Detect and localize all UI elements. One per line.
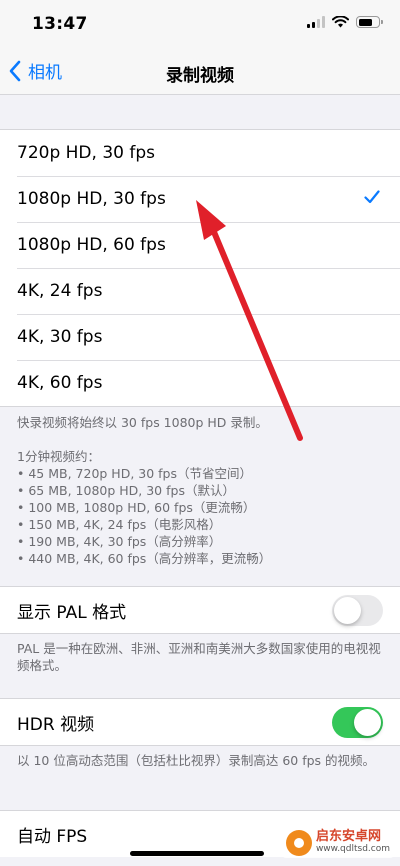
pal-label: 显示 PAL 格式 [17, 602, 127, 623]
watermark-logo: 启东安卓网 www.qdltsd.com [281, 828, 394, 858]
resolution-options-list: 720p HD, 30 fps 1080p HD, 30 fps 1080p H… [0, 129, 400, 407]
navigation-bar: 相机 录制视频 [0, 50, 400, 95]
option-label: 720p HD, 30 fps [17, 143, 155, 163]
quick-record-note: 快录视频将始终以 30 fps 1080p HD 录制。 [17, 415, 268, 430]
option-1080p-60fps[interactable]: 1080p HD, 60 fps [0, 222, 400, 268]
wifi-icon [332, 16, 349, 28]
resolution-footer: 快录视频将始终以 30 fps 1080p HD 录制。 1分钟视频约： • 4… [17, 414, 387, 567]
option-label: 1080p HD, 60 fps [17, 235, 166, 255]
option-label: 4K, 30 fps [17, 327, 103, 347]
size-list-item: • 65 MB, 1080p HD, 30 fps（默认） [17, 483, 235, 498]
size-list-item: • 190 MB, 4K, 30 fps（高分辨率） [17, 534, 222, 549]
hdr-toggle[interactable] [332, 707, 383, 738]
option-4k-60fps[interactable]: 4K, 60 fps [0, 360, 400, 406]
pal-footer: PAL 是一种在欧洲、非洲、亚洲和南美洲大多数国家使用的电视视频格式。 [17, 641, 381, 673]
page-title: 录制视频 [166, 66, 234, 86]
option-720p-30fps[interactable]: 720p HD, 30 fps [0, 130, 400, 176]
checkmark-icon [364, 190, 380, 204]
pal-toggle[interactable] [332, 595, 383, 626]
status-icons [307, 16, 383, 28]
pal-group: 显示 PAL 格式 [0, 586, 400, 634]
hdr-label: HDR 视频 [17, 714, 95, 735]
size-list-item: • 150 MB, 4K, 24 fps（电影风格） [17, 517, 222, 532]
watermark-url: www.qdltsd.com [315, 844, 390, 854]
hdr-row: HDR 视频 [0, 699, 400, 745]
option-4k-24fps[interactable]: 4K, 24 fps [0, 268, 400, 314]
battery-icon [356, 16, 383, 28]
status-bar: 13:47 [0, 0, 400, 50]
cellular-signal-icon [307, 16, 325, 28]
hdr-group: HDR 视频 [0, 698, 400, 746]
size-list-item: • 45 MB, 720p HD, 30 fps（节省空间） [17, 466, 252, 481]
option-label: 4K, 24 fps [17, 281, 103, 301]
option-label: 4K, 60 fps [17, 373, 103, 393]
auto-fps-label: 自动 FPS [17, 826, 88, 847]
watermark-name: 启东安卓网 [315, 829, 381, 844]
pal-row: 显示 PAL 格式 [0, 587, 400, 633]
status-time: 13:47 [32, 14, 88, 34]
size-list-item: • 100 MB, 1080p HD, 60 fps（更流畅） [17, 500, 256, 515]
home-indicator [130, 851, 264, 856]
option-1080p-30fps[interactable]: 1080p HD, 30 fps [0, 176, 400, 222]
watermark-icon [285, 830, 312, 856]
option-4k-30fps[interactable]: 4K, 30 fps [0, 314, 400, 360]
size-list-item: • 440 MB, 4K, 60 fps（高分辨率，更流畅） [17, 551, 272, 566]
size-heading: 1分钟视频约： [17, 449, 100, 464]
option-label: 1080p HD, 30 fps [17, 189, 166, 209]
hdr-footer: 以 10 位高动态范围（包括杜比视界）录制高达 60 fps 的视频。 [17, 753, 376, 768]
